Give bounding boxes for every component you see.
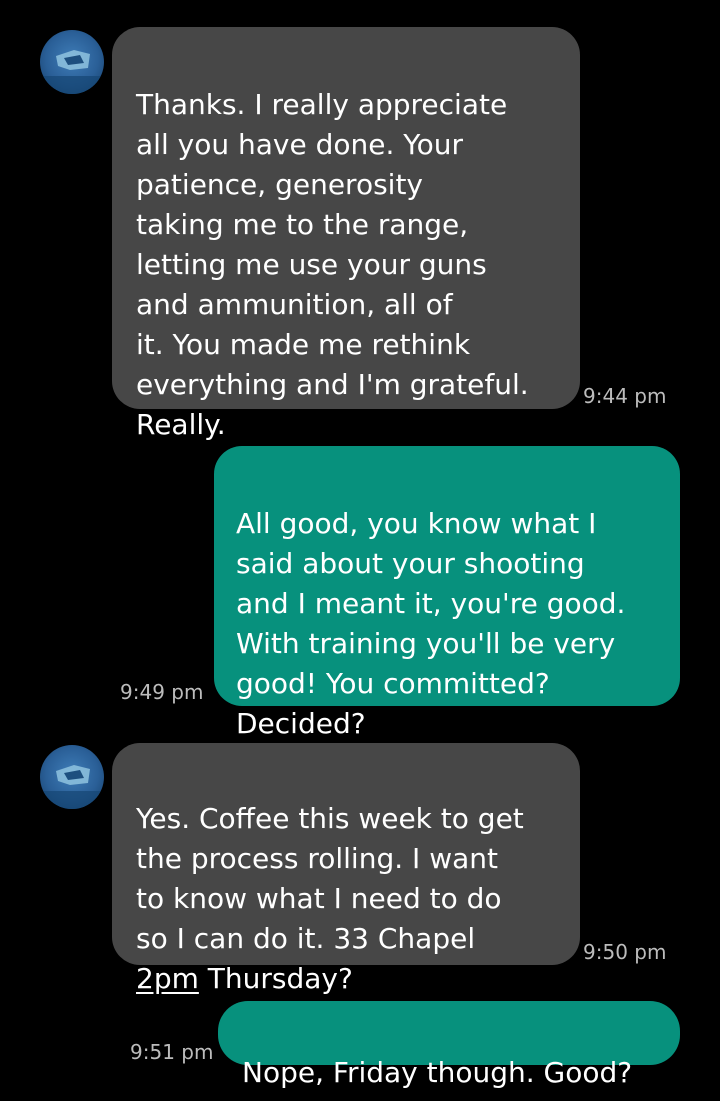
incoming-message-bubble[interactable]: Thanks. I really appreciate all you have… — [112, 27, 580, 441]
message-text: All good, you know what I said about you… — [236, 507, 626, 740]
message-timestamp: 9:51 pm — [130, 1040, 214, 1064]
message-text: Nope, Friday though. Good? — [242, 1056, 633, 1089]
message-timestamp: 9:44 pm — [583, 384, 667, 408]
message-text: Thursday? — [198, 962, 353, 995]
message-timestamp: 9:50 pm — [583, 940, 667, 964]
message-text: Thanks. I really appreciate all you have… — [136, 88, 529, 441]
time-link[interactable]: 2pm — [136, 962, 199, 995]
contact-avatar-icon[interactable] — [40, 30, 104, 94]
incoming-message-bubble[interactable]: Yes. Coffee this week to get the process… — [112, 743, 580, 995]
outgoing-message-bubble[interactable]: Nope, Friday though. Good? — [218, 1001, 680, 1089]
outgoing-message-bubble[interactable]: All good, you know what I said about you… — [214, 446, 680, 740]
message-timestamp: 9:49 pm — [120, 680, 204, 704]
message-text: Yes. Coffee this week to get the process… — [136, 802, 524, 955]
contact-avatar-icon[interactable] — [40, 745, 104, 809]
